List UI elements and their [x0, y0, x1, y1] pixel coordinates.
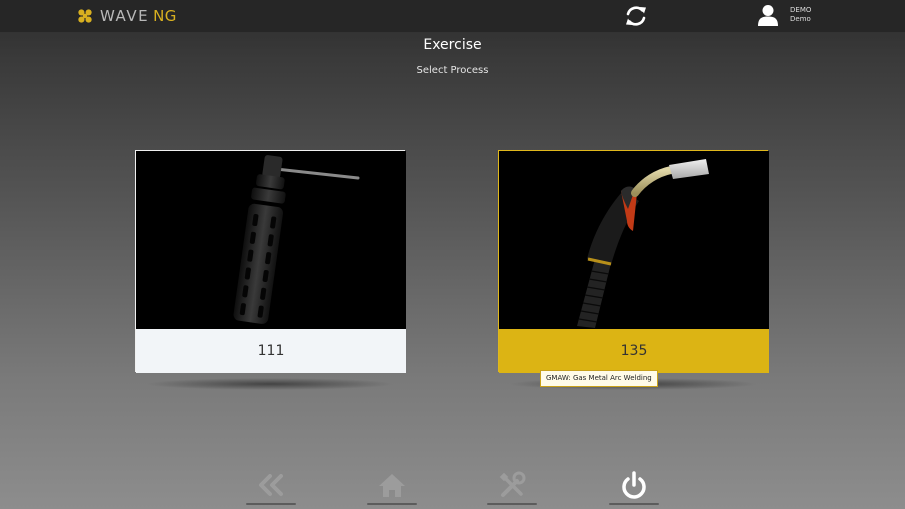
page-subtitle: Select Process: [416, 65, 489, 76]
back-icon: [259, 474, 283, 496]
user-icon: [758, 5, 778, 26]
page-title: Exercise: [423, 37, 482, 53]
user-name: DEMO: [790, 6, 812, 14]
brand-word: WAVE: [100, 7, 150, 25]
power-button[interactable]: [614, 470, 654, 504]
app-logo: WAVE NG: [76, 5, 177, 27]
user-profile[interactable]: DEMO Demo: [756, 3, 811, 27]
logo-flower-icon: [78, 9, 92, 23]
back-button[interactable]: [251, 470, 291, 504]
power-icon: [622, 471, 646, 499]
process-label: 135: [499, 329, 769, 373]
tools-button[interactable]: [492, 470, 532, 504]
brand-accent: NG: [153, 7, 177, 25]
home-button[interactable]: [372, 470, 412, 504]
power-underline: [609, 503, 659, 505]
tools-icon: [499, 471, 526, 497]
home-icon: [379, 474, 405, 497]
card-shadow: [145, 378, 395, 390]
process-card-111[interactable]: 111: [135, 150, 406, 373]
process-image-mig-welding-torch: [499, 151, 769, 329]
home-underline: [367, 503, 417, 505]
sync-button[interactable]: [623, 4, 649, 28]
process-image-stick-electrode-holder: [136, 151, 406, 329]
process-card-135[interactable]: 135: [498, 150, 769, 373]
user-role: Demo: [790, 15, 811, 23]
tools-underline: [487, 503, 537, 505]
process-label: 111: [136, 329, 406, 373]
process-tooltip: GMAW: Gas Metal Arc Welding: [540, 370, 658, 387]
back-underline: [246, 503, 296, 505]
sync-icon: [626, 6, 646, 26]
